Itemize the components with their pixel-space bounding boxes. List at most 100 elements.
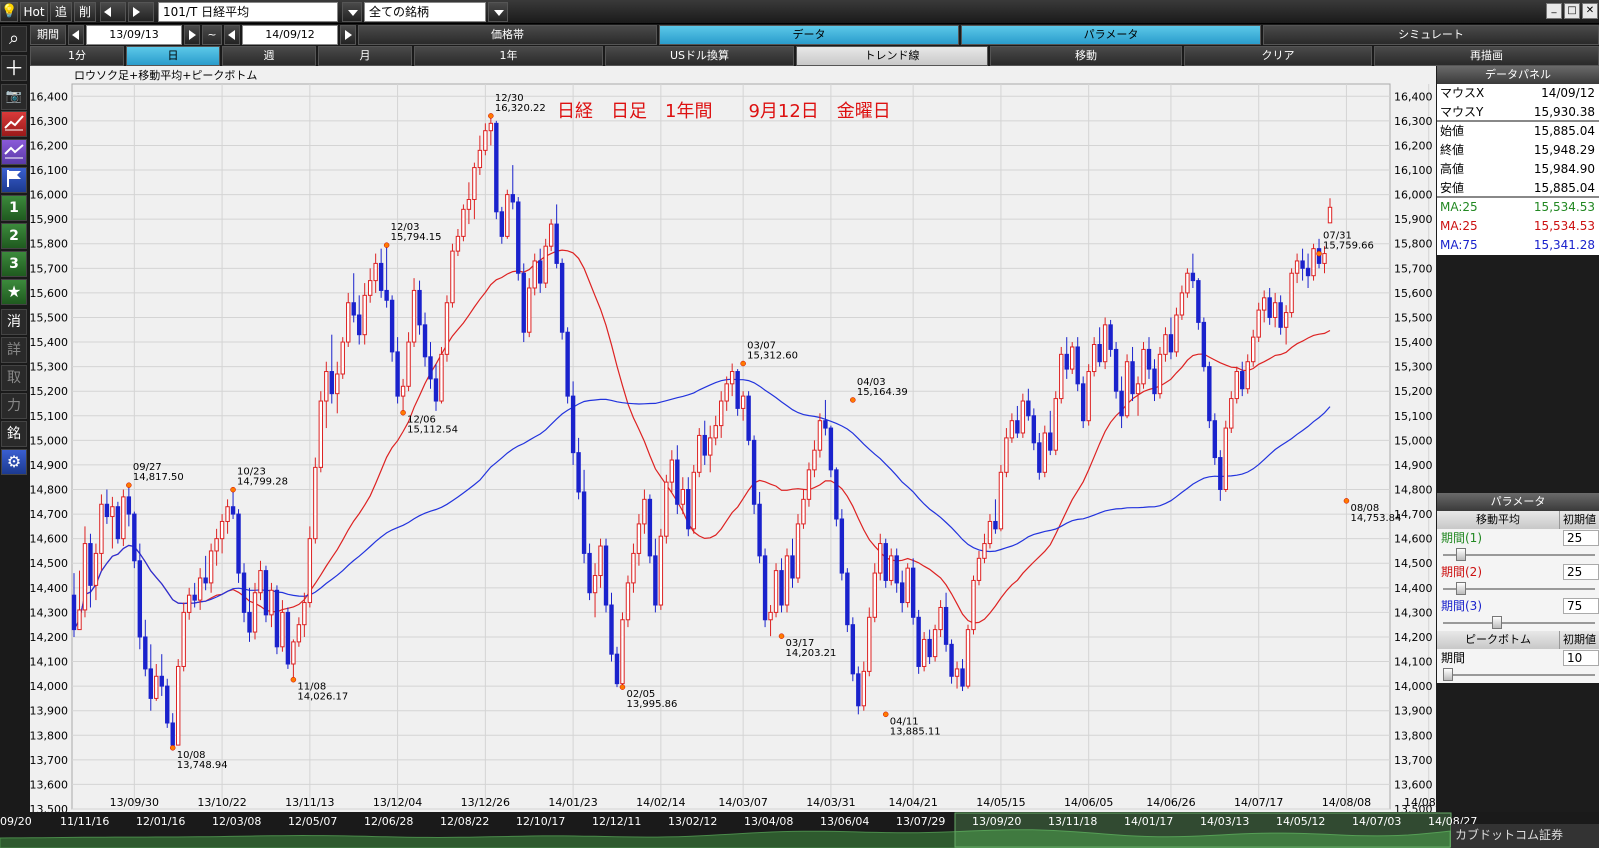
open-label: 始値 [1440,124,1465,138]
timeline-date-label: 14/07/03 [1352,815,1402,828]
tab-simulate[interactable]: シミュレート [1263,25,1599,45]
universe-dropdown-icon[interactable] [488,2,508,22]
preset-3-icon[interactable]: 3 [1,251,27,277]
y-tick-label-left: 16,300 [30,115,68,128]
symbol-dropdown-icon[interactable] [342,2,362,22]
interval-1min-button[interactable]: 1分 [30,46,124,66]
candle [647,494,653,564]
timeline-date-label: 12/06/28 [364,815,414,828]
stock-button[interactable]: 銘 [1,421,27,447]
candle [691,464,696,534]
param3-input[interactable]: 75 [1563,598,1599,614]
tab-data[interactable]: データ [659,25,959,45]
delete-button[interactable]: 削 [74,2,96,22]
y-tick-label-left: 13,900 [30,705,68,718]
detail-button[interactable]: 詳 [1,337,27,363]
to-next-icon[interactable] [340,25,356,45]
candle [1212,413,1218,465]
flag-icon[interactable] [1,167,27,193]
take-button[interactable]: 取 [1,365,27,391]
mouse-x-label: マウスX [1440,86,1485,100]
candle [1311,243,1316,281]
param2-slider-thumb[interactable] [1456,582,1466,595]
chart-purple-icon[interactable] [1,139,27,165]
trendline-button[interactable]: トレンド線 [796,46,988,66]
from-next-icon[interactable] [184,25,200,45]
power-button[interactable]: 力 [1,393,27,419]
tab-parameters[interactable]: パラメータ [961,25,1261,45]
period-toolbar: 期間 13/09/13 ~ 14/09/12 価格帯 データ パラメータ シミュ… [30,24,1599,46]
prev-symbol-icon[interactable] [100,2,126,22]
interval-week-button[interactable]: 週 [222,46,316,66]
x-tick-label: 14/06/05 [1064,796,1113,809]
preset-1-icon[interactable]: 1 [1,195,27,221]
star-icon[interactable]: ★ [1,279,27,305]
candle [850,617,856,682]
usd-convert-button[interactable]: USドル換算 [605,46,794,66]
chart-area[interactable]: 09/27 14,817.50 10/08 13,748.94 10/23 14,799.… [30,66,1436,812]
erase-button[interactable]: 消 [1,309,27,335]
next-symbol-icon[interactable] [128,2,154,22]
peak-slider[interactable] [1437,667,1599,683]
param2-input[interactable]: 25 [1563,564,1599,580]
peak-value-label: 16,320.22 [495,103,546,114]
y-tick-label-left: 14,100 [30,656,68,669]
redraw-button[interactable]: 再描画 [1374,46,1599,66]
peak-input[interactable]: 10 [1563,650,1599,666]
param3-label: 期間(3) [1441,599,1482,613]
gear-icon[interactable]: ⚙ [1,449,27,475]
search-icon[interactable]: ⌕ [1,26,27,52]
open-row: 始値 15,885.04 [1437,122,1599,141]
lightbulb-icon[interactable]: 💡 [0,2,18,22]
date-to-field[interactable]: 14/09/12 [242,25,338,45]
x-tick-label: 14/08/08 [1322,796,1371,809]
preset-2-icon[interactable]: 2 [1,223,27,249]
to-prev-icon[interactable] [224,25,240,45]
hot-button[interactable]: Hot [20,2,48,22]
y-tick-label-left: 16,200 [30,139,68,152]
minimize-icon[interactable]: _ [1546,3,1562,19]
candle [1223,420,1228,492]
peak-value-label: 14,203.21 [786,648,837,659]
candle [132,511,137,569]
timeline-scrollbar[interactable]: 09/20 11/11/16 12/01/16 12/03/08 12/05/07 12/… [0,812,1599,848]
move-button[interactable]: 移動 [990,46,1182,66]
ma-param-label: 移動平均 [1476,513,1520,526]
ma2-value: 15,534.53 [1533,219,1595,233]
range-1year-button[interactable]: 1年 [414,46,603,66]
param1-slider[interactable] [1437,547,1599,563]
candle [1207,361,1212,429]
param3-slider[interactable] [1437,615,1599,631]
peak-value-label: 13,885.11 [890,726,941,737]
maximize-icon[interactable]: □ [1564,3,1580,19]
add-button[interactable]: 追 [50,2,72,22]
symbol-field[interactable]: 101/T 日経平均 [158,2,338,22]
candle [494,120,499,220]
add-icon[interactable]: ＋ [1,55,27,81]
from-prev-icon[interactable] [68,25,84,45]
close-icon[interactable]: ✕ [1582,3,1598,19]
peak-init-label[interactable]: 初期値 [1559,631,1599,649]
clear-button[interactable]: クリア [1184,46,1372,66]
candle [1080,376,1086,429]
camera-icon[interactable]: 📷 [1,84,27,110]
candle [565,327,570,404]
interval-month-button[interactable]: 月 [318,46,412,66]
param1-slider-thumb[interactable] [1456,548,1466,561]
interval-day-button[interactable]: 日 [126,46,220,66]
tab-price-band[interactable]: 価格帯 [358,25,657,45]
param3-slider-thumb[interactable] [1492,616,1503,629]
candle [658,528,664,610]
ma-init-label[interactable]: 初期値 [1559,511,1599,529]
chart-red-icon[interactable] [1,111,27,137]
param2-slider[interactable] [1437,581,1599,597]
universe-field[interactable]: 全ての銘柄 [364,2,486,22]
mouse-x-value: 14/09/12 [1541,86,1595,100]
candle [439,346,444,404]
candle [340,337,345,379]
date-from-field[interactable]: 13/09/13 [86,25,182,45]
candlestick-chart[interactable]: 09/2714,817.5010/0813,748.9410/2314,799.… [30,66,1436,812]
candle [444,295,450,362]
param1-input[interactable]: 25 [1563,530,1599,546]
peak-slider-thumb[interactable] [1443,668,1453,681]
